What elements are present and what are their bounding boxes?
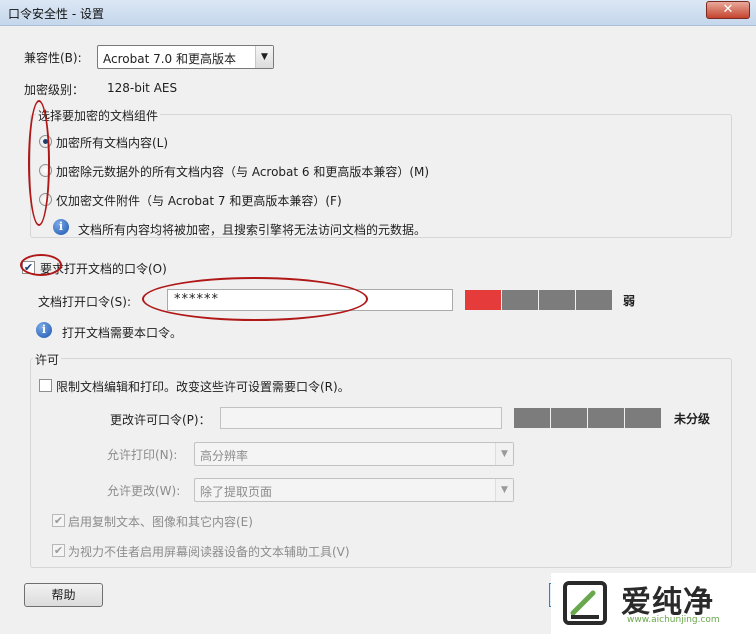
permissions-group-title: 许可 [33,351,62,368]
change-permissions-password-label: 更改许可口令(P)： [110,413,211,427]
radio-encrypt-attachments-label[interactable]: 仅加密文件附件（与 Acrobat 7 和更高版本兼容）(F) [56,192,342,209]
components-info-text: 文档所有内容均将被加密，且搜索引擎将无法访问文档的元数据。 [78,223,427,237]
watermark-logo-icon [563,581,607,625]
enable-copy-label[interactable]: 启用复制文本、图像和其它内容(E) [68,513,253,530]
window-title: 口令安全性 - 设置 [8,7,104,21]
allow-changes-select[interactable]: 除了提取页面 ▼ [194,478,514,502]
restrict-editing-label[interactable]: 限制文档编辑和打印。改变这些许可设置需要口令(R)。 [56,378,350,395]
compatibility-label: 兼容性(B): [24,51,82,65]
allow-printing-value: 高分辨率 [200,449,249,463]
allow-changes-value: 除了提取页面 [200,485,273,499]
chevron-down-icon: ▼ [255,46,273,68]
strength-meter-segment [514,408,550,428]
encryption-level-value: 128-bit AES [107,81,178,95]
chevron-down-icon: ▼ [495,479,513,501]
open-password-strength-label: 弱 [623,294,636,308]
help-button[interactable]: 帮助 [24,583,103,607]
change-permissions-password-input[interactable] [220,407,502,429]
close-button[interactable]: ✕ [706,1,750,19]
encryption-level-label: 加密级别： [24,83,85,97]
close-icon: ✕ [722,2,734,17]
allow-printing-label: 允许打印(N): [107,448,178,462]
strength-meter-segment [465,290,501,310]
radio-encrypt-all-label[interactable]: 加密所有文档内容(L) [56,134,168,151]
title-bar: 口令安全性 - 设置 ✕ [0,0,756,26]
restrict-editing-checkbox[interactable] [39,379,52,392]
info-icon: i [53,219,69,235]
annotation-ellipse [142,277,368,321]
annotation-ellipse [20,254,62,276]
allow-printing-select[interactable]: 高分辨率 ▼ [194,442,514,466]
strength-meter-segment [539,290,575,310]
enable-accessibility-checkbox[interactable]: ✔ [52,544,65,557]
strength-meter-segment [551,408,587,428]
watermark: 爱纯净 www.aichunjing.com [551,573,756,634]
open-password-field-label: 文档打开口令(S): [38,295,132,309]
help-button-label: 帮助 [51,588,76,602]
enable-accessibility-label[interactable]: 为视力不佳者启用屏幕阅读器设备的文本辅助工具(V) [68,543,350,560]
compatibility-value: Acrobat 7.0 和更高版本 [103,52,236,66]
components-group-title: 选择要加密的文档组件 [36,107,161,124]
strength-meter-segment [588,408,624,428]
annotation-ellipse [28,100,50,226]
open-password-info-text: 打开文档需要本口令。 [62,326,183,340]
compatibility-select[interactable]: Acrobat 7.0 和更高版本 ▼ [97,45,274,69]
radio-encrypt-except-metadata-label[interactable]: 加密除元数据外的所有文档内容（与 Acrobat 6 和更高版本兼容）(M) [56,163,429,180]
strength-meter-segment [625,408,661,428]
info-icon: i [36,322,52,338]
chevron-down-icon: ▼ [495,443,513,465]
allow-changes-label: 允许更改(W): [107,484,181,498]
enable-copy-checkbox[interactable]: ✔ [52,514,65,527]
strength-meter-segment [502,290,538,310]
strength-meter-segment [576,290,612,310]
watermark-url: www.aichunjing.com [627,615,720,625]
permissions-strength-label: 未分级 [674,412,711,426]
